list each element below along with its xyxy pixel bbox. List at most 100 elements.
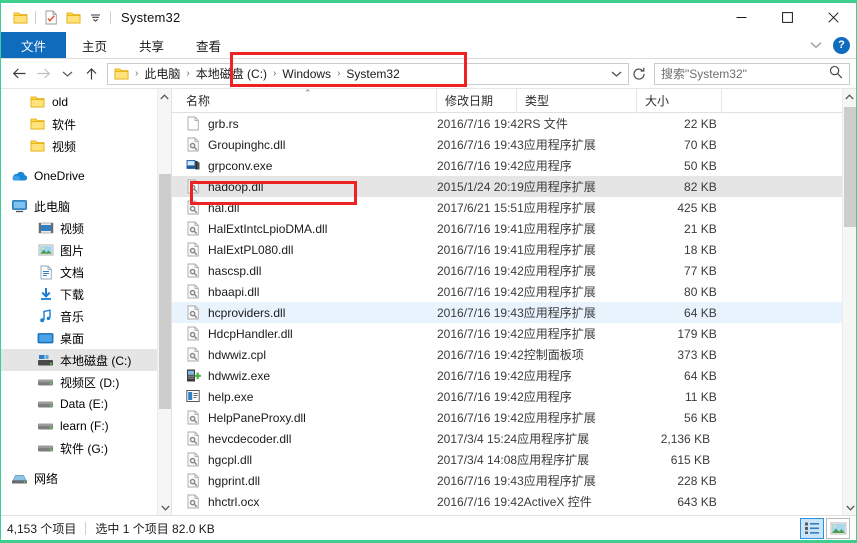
sidebar-item-documents[interactable]: 文档 [1,261,171,283]
file-name-cell[interactable]: Groupinghc.dll [172,137,437,153]
table-row[interactable]: HdcpHandler.dll 2016/7/16 19:42 应用程序扩展 179 … [172,323,856,344]
breadcrumb-item-system32[interactable]: System32 [342,67,403,81]
tab-view[interactable]: 查看 [180,32,237,58]
refresh-button[interactable] [629,63,649,85]
column-header-name[interactable]: 名称 ⌃ [172,88,437,113]
sidebar-item-drive-d[interactable]: 视频区 (D:) [1,371,171,393]
sidebar-item-drive-f[interactable]: learn (F:) [1,415,171,437]
sidebar-item-network[interactable]: 网络 [1,467,171,489]
chevron-down-icon[interactable] [805,34,827,56]
sidebar-scroll-thumb[interactable] [159,174,171,409]
sidebar-item-this-pc[interactable]: 此电脑 [1,195,171,217]
file-name-cell[interactable]: grb.rs [172,116,437,132]
new-folder-icon[interactable] [62,7,84,29]
tab-share[interactable]: 共享 [123,32,180,58]
sidebar-item-local-disk-c[interactable]: 本地磁盘 (C:) [1,349,171,371]
minimize-button[interactable] [718,3,764,32]
file-name-cell[interactable]: hdwwiz.cpl [172,347,437,363]
scroll-up-icon[interactable] [843,89,856,104]
table-row[interactable]: hal.dll 2017/6/21 15:51 应用程序扩展 425 KB [172,197,856,218]
scroll-down-icon[interactable] [158,500,171,515]
table-row[interactable]: HelpPaneProxy.dll 2016/7/16 19:42 应用程序扩展 56… [172,407,856,428]
table-row[interactable]: hgcpl.dll 2017/3/4 14:08 应用程序扩展 615 KB [172,449,856,470]
table-row[interactable]: Groupinghc.dll 2016/7/16 19:43 应用程序扩展 70 KB [172,134,856,155]
folder-icon[interactable] [9,7,31,29]
scroll-down-icon[interactable] [843,500,857,515]
table-row[interactable]: hcproviders.dll 2016/7/16 19:43 应用程序扩展 64 K… [172,302,856,323]
file-name-cell[interactable]: hgprint.dll [172,473,437,489]
quick-access-dropdown-icon[interactable] [84,7,106,29]
tab-home[interactable]: 主页 [66,32,123,58]
table-row[interactable]: hdwwiz.cpl 2016/7/16 19:42 控制面板项 373 KB [172,344,856,365]
file-name-cell[interactable]: HelpPaneProxy.dll [172,410,437,426]
sidebar-item-videos[interactable]: 视频 [1,217,171,239]
recent-locations-button[interactable] [55,62,79,86]
dll-icon [186,137,202,153]
breadcrumb-dropdown-icon[interactable] [606,63,626,85]
sidebar-item-downloads[interactable]: 下载 [1,283,171,305]
file-name-cell[interactable]: hal.dll [172,200,437,216]
breadcrumb-item-windows[interactable]: Windows [278,67,335,81]
up-button[interactable] [79,62,103,86]
table-row[interactable]: hevcdecoder.dll 2017/3/4 15:24 应用程序扩展 2,136… [172,428,856,449]
scroll-up-icon[interactable] [158,89,171,104]
column-header-size[interactable]: 大小 [637,88,722,113]
file-name-cell[interactable]: hgcpl.dll [172,452,437,468]
sidebar-item-music[interactable]: 音乐 [1,305,171,327]
file-name-cell[interactable]: HalExtPL080.dll [172,242,437,258]
column-header-type[interactable]: 类型 [517,88,637,113]
details-view-button[interactable] [800,517,824,539]
maximize-button[interactable] [764,3,810,32]
large-icons-view-button[interactable] [826,517,850,539]
sidebar-item-drive-g[interactable]: 软件 (G:) [1,437,171,459]
table-row[interactable]: hgprint.dll 2016/7/16 19:43 应用程序扩展 228 KB [172,470,856,491]
file-name-cell[interactable]: hascsp.dll [172,263,437,279]
sidebar-item-desktop[interactable]: 桌面 [1,327,171,349]
table-row[interactable]: HalExtIntcLpioDMA.dll 2016/7/16 19:41 应用程序… [172,218,856,239]
breadcrumb-root-icon[interactable] [110,67,133,81]
table-row[interactable]: hbaapi.dll 2016/7/16 19:42 应用程序扩展 80 KB [172,281,856,302]
table-row[interactable]: hhctrl.ocx 2016/7/16 19:42 ActiveX 控件 643 K… [172,491,856,512]
navigation-pane[interactable]: old 软件 视频 OneDrive 此电脑 视频 图片 文档 下载 音乐 桌面… [1,89,172,515]
sidebar-item-software-folder[interactable]: 软件 [1,113,171,135]
file-name-cell[interactable]: hcproviders.dll [172,305,437,321]
forward-button[interactable] [31,62,55,86]
tab-file[interactable]: 文件 [1,32,67,58]
file-name-cell[interactable]: help.exe [172,389,437,405]
file-name-label: hadoop.dll [208,179,264,194]
table-row[interactable]: grb.rs 2016/7/16 19:42 RS 文件 22 KB [172,113,856,134]
column-header-date[interactable]: 修改日期 [437,88,517,113]
file-list-scrollbar[interactable] [842,89,856,515]
sidebar-item-videos-folder[interactable]: 视频 [1,135,171,157]
file-name-cell[interactable]: grpconv.exe [172,158,437,174]
search-icon[interactable] [829,65,843,82]
table-row[interactable]: HalExtPL080.dll 2016/7/16 19:41 应用程序扩展 18 K… [172,239,856,260]
sidebar-item-onedrive[interactable]: OneDrive [1,165,171,187]
file-list-scroll-thumb[interactable] [844,107,856,227]
file-rows[interactable]: grb.rs 2016/7/16 19:42 RS 文件 22 KB Groupingh… [172,113,856,515]
file-name-cell[interactable]: hhctrl.ocx [172,494,437,510]
breadcrumb-item-this-pc[interactable]: 此电脑 [140,65,184,82]
search-input[interactable]: 搜索"System32" [654,62,850,85]
file-name-cell[interactable]: hbaapi.dll [172,284,437,300]
table-row[interactable]: hascsp.dll 2016/7/16 19:42 应用程序扩展 77 KB [172,260,856,281]
file-name-cell[interactable]: HalExtIntcLpioDMA.dll [172,221,437,237]
breadcrumb[interactable]: › 此电脑 › 本地磁盘 (C:) › Windows › System32 [107,62,629,85]
properties-icon[interactable] [40,7,62,29]
file-name-cell[interactable]: hevcdecoder.dll [172,431,437,447]
breadcrumb-item-local-disk-c[interactable]: 本地磁盘 (C:) [192,65,271,82]
sidebar-item-old[interactable]: old [1,91,171,113]
table-row[interactable]: grpconv.exe 2016/7/16 19:42 应用程序 50 KB [172,155,856,176]
table-row[interactable]: hadoop.dll 2015/1/24 20:19 应用程序扩展 82 KB [172,176,856,197]
sidebar-item-pictures[interactable]: 图片 [1,239,171,261]
file-name-cell[interactable]: hdwwiz.exe [172,368,437,384]
file-name-cell[interactable]: hadoop.dll [172,179,437,195]
sidebar-scrollbar[interactable] [157,89,171,515]
sidebar-item-drive-e[interactable]: Data (E:) [1,393,171,415]
table-row[interactable]: hdwwiz.exe 2016/7/16 19:42 应用程序 64 KB [172,365,856,386]
file-name-cell[interactable]: HdcpHandler.dll [172,326,437,342]
close-button[interactable] [810,3,856,32]
help-icon[interactable]: ? [833,36,850,54]
back-button[interactable] [7,62,31,86]
table-row[interactable]: help.exe 2016/7/16 19:42 应用程序 11 KB [172,386,856,407]
